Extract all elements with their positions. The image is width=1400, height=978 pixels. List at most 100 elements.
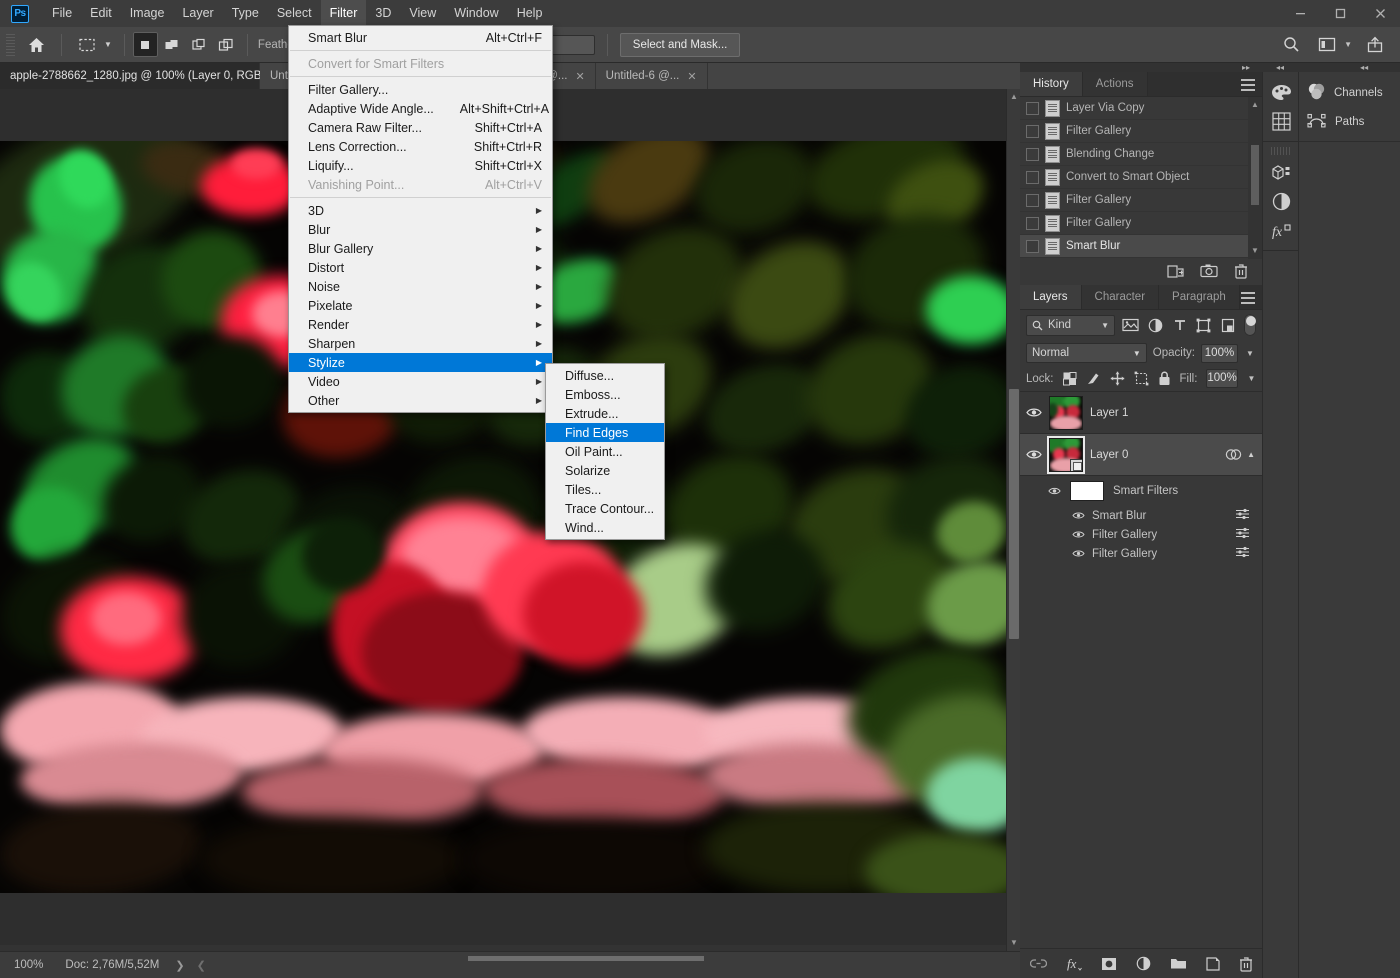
menu-select[interactable]: Select	[268, 0, 321, 27]
filter-menu-item-camera-raw-filter[interactable]: Camera Raw Filter...Shift+Ctrl+A	[289, 118, 552, 137]
fill-value[interactable]: 100%	[1206, 369, 1237, 388]
layers-panel-tab-layers[interactable]: Layers	[1020, 285, 1082, 309]
menu-3d[interactable]: 3D	[366, 0, 400, 27]
options-bar-grip[interactable]	[6, 34, 15, 56]
new-selection-button[interactable]	[133, 32, 158, 57]
opacity-value[interactable]: 100%	[1201, 344, 1238, 363]
home-icon[interactable]	[19, 32, 53, 58]
menu-help[interactable]: Help	[508, 0, 552, 27]
layers-panel-tab-paragraph[interactable]: Paragraph	[1159, 285, 1240, 309]
new-fill-adjustment-icon[interactable]	[1136, 956, 1151, 971]
history-snapshot-checkbox[interactable]	[1026, 102, 1039, 115]
history-panel-tab-history[interactable]: History	[1020, 72, 1083, 96]
shape-layer-filter-icon[interactable]	[1195, 316, 1212, 335]
layer-row[interactable]: Layer 0 ▲	[1020, 434, 1262, 476]
chevron-left-icon[interactable]: ❮	[191, 959, 212, 972]
filter-menu-item-blur[interactable]: Blur▶	[289, 220, 552, 239]
type-layer-filter-icon[interactable]	[1171, 316, 1188, 335]
smart-filter-row[interactable]: Filter Gallery	[1020, 525, 1262, 544]
stylize-menu-item-oil-paint[interactable]: Oil Paint...	[546, 442, 664, 461]
paths-panel-button[interactable]: Paths	[1299, 107, 1400, 136]
filter-menu-item-render[interactable]: Render▶	[289, 315, 552, 334]
stylize-menu-item-solarize[interactable]: Solarize	[546, 461, 664, 480]
chevron-down-icon[interactable]: ▼	[1244, 349, 1256, 358]
history-snapshot-checkbox[interactable]	[1026, 125, 1039, 138]
layer-kind-select[interactable]: Kind ▼	[1026, 315, 1115, 336]
adjustment-layer-filter-icon[interactable]	[1146, 316, 1163, 335]
filter-blending-options-icon[interactable]	[1235, 546, 1262, 561]
history-snapshot-checkbox[interactable]	[1026, 217, 1039, 230]
select-and-mask-button[interactable]: Select and Mask...	[620, 33, 741, 57]
history-scrollbar[interactable]: ▲ ▼	[1248, 97, 1262, 259]
smart-filter-visibility-icon[interactable]	[1072, 530, 1085, 539]
scroll-down-arrow-icon[interactable]: ▼	[1248, 243, 1262, 259]
menu-file[interactable]: File	[43, 0, 81, 27]
filter-menu-item-pixelate[interactable]: Pixelate▶	[289, 296, 552, 315]
filter-menu-item-lens-correction[interactable]: Lens Correction...Shift+Ctrl+R	[289, 137, 552, 156]
history-scroll-thumb[interactable]	[1251, 145, 1259, 205]
menu-filter[interactable]: Filter	[321, 0, 367, 27]
menu-view[interactable]: View	[400, 0, 445, 27]
share-icon[interactable]	[1362, 32, 1388, 58]
workspace-arrange-icon[interactable]	[1314, 32, 1340, 58]
menu-edit[interactable]: Edit	[81, 0, 121, 27]
layer-visibility-icon[interactable]	[1026, 407, 1042, 418]
stylize-menu-item-tiles[interactable]: Tiles...	[546, 480, 664, 499]
smart-filter-row[interactable]: Smart Blur	[1020, 506, 1262, 525]
smart-filter-visibility-icon[interactable]	[1072, 549, 1085, 558]
smart-filter-name[interactable]: Filter Gallery	[1092, 548, 1157, 560]
menu-window[interactable]: Window	[445, 0, 507, 27]
intersect-with-selection-button[interactable]	[214, 32, 239, 57]
add-layer-mask-icon[interactable]	[1101, 957, 1117, 971]
lock-position-icon[interactable]	[1110, 371, 1125, 386]
document-tab[interactable]: apple-2788662_1280.jpg @ 100% (Layer 0, …	[0, 63, 260, 89]
stylize-menu-item-wind[interactable]: Wind...	[546, 518, 664, 537]
menu-layer[interactable]: Layer	[173, 0, 222, 27]
rail-grip[interactable]	[1271, 147, 1290, 155]
filter-menu-item-3d[interactable]: 3D▶	[289, 201, 552, 220]
rectangular-marquee-icon[interactable]	[74, 32, 100, 58]
new-layer-icon[interactable]	[1206, 957, 1220, 971]
filter-menu-item-filter-gallery[interactable]: Filter Gallery...	[289, 80, 552, 99]
delete-state-icon[interactable]	[1234, 263, 1248, 282]
close-icon[interactable]: ✕	[575, 70, 584, 83]
collapse-flyout-icon[interactable]: ◂◂	[1360, 63, 1368, 72]
history-state-row[interactable]: Filter Gallery	[1020, 120, 1248, 143]
filter-menu-item-distort[interactable]: Distort▶	[289, 258, 552, 277]
filter-menu-item-adaptive-wide-angle[interactable]: Adaptive Wide Angle...Alt+Shift+Ctrl+A	[289, 99, 552, 118]
filter-menu-item-vanishing-point[interactable]: Vanishing Point...Alt+Ctrl+V	[289, 175, 552, 194]
smart-object-filter-icon[interactable]	[1220, 316, 1237, 335]
history-snapshot-checkbox[interactable]	[1026, 240, 1039, 253]
filter-menu-item-sharpen[interactable]: Sharpen▶	[289, 334, 552, 353]
expand-panels-icon[interactable]: ▸▸	[1242, 63, 1250, 72]
scroll-down-arrow-icon[interactable]: ▼	[1007, 935, 1020, 951]
create-document-from-state-icon[interactable]	[1167, 263, 1184, 282]
new-group-icon[interactable]	[1170, 957, 1187, 970]
history-state-row[interactable]: Layer Via Copy	[1020, 97, 1248, 120]
stylize-menu-item-diffuse[interactable]: Diffuse...	[546, 366, 664, 385]
layers-panel-tab-character[interactable]: Character	[1082, 285, 1160, 309]
smart-filters-mask-thumbnail[interactable]	[1070, 481, 1104, 501]
blend-mode-select[interactable]: Normal ▼	[1026, 343, 1147, 363]
smart-filter-visibility-icon[interactable]	[1072, 511, 1085, 520]
scroll-up-arrow-icon[interactable]: ▲	[1248, 97, 1262, 113]
chevron-down-icon[interactable]: ▼	[1101, 321, 1109, 330]
filter-menu-item-blur-gallery[interactable]: Blur Gallery▶	[289, 239, 552, 258]
smart-filters-header[interactable]: Smart Filters	[1020, 476, 1262, 506]
history-snapshot-checkbox[interactable]	[1026, 194, 1039, 207]
history-state-row[interactable]: Filter Gallery	[1020, 212, 1248, 235]
smart-filter-name[interactable]: Filter Gallery	[1092, 529, 1157, 541]
lock-transparent-pixels-icon[interactable]	[1063, 371, 1077, 386]
vertical-scroll-thumb[interactable]	[1009, 389, 1019, 639]
filter-menu-item-other[interactable]: Other▶	[289, 391, 552, 410]
chevron-up-icon[interactable]: ▲	[1247, 450, 1255, 459]
stylize-menu-item-find-edges[interactable]: Find Edges	[546, 423, 664, 442]
smart-filter-name[interactable]: Smart Blur	[1092, 510, 1146, 522]
stylize-menu-item-extrude[interactable]: Extrude...	[546, 404, 664, 423]
close-icon[interactable]: ✕	[687, 70, 696, 83]
layer-visibility-icon[interactable]	[1026, 449, 1042, 460]
panel-menu-icon[interactable]	[1241, 292, 1255, 307]
filter-menu-item-liquify[interactable]: Liquify...Shift+Ctrl+X	[289, 156, 552, 175]
link-layers-icon[interactable]	[1030, 958, 1047, 969]
close-button[interactable]	[1360, 0, 1400, 27]
